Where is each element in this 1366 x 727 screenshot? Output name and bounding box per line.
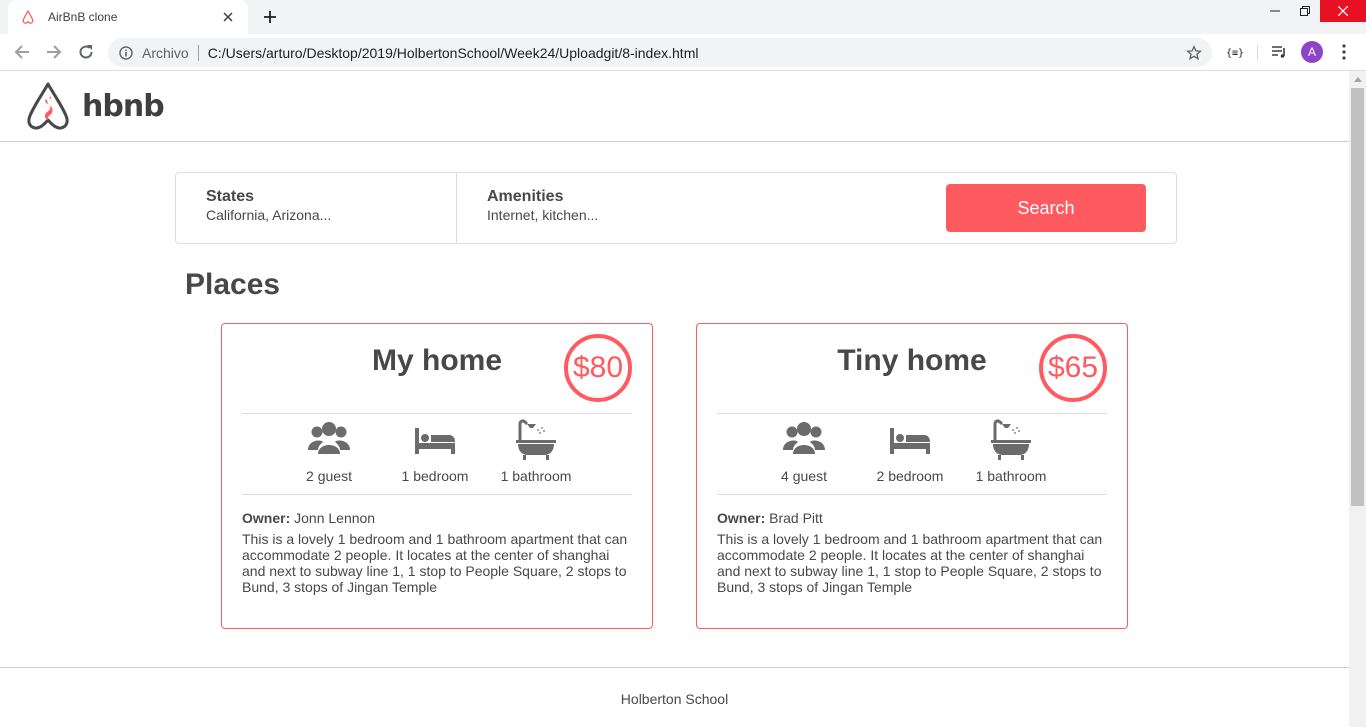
bathrooms-label: 1 bathroom [500,468,572,484]
amenities-filter-value: Internet, kitchen... [487,207,599,223]
places-heading: Places [185,268,281,301]
amenities-filter-title: Amenities [487,188,564,205]
group-icon [783,422,825,454]
window-close-icon[interactable] [1320,0,1366,22]
guests-info: 2 guest [279,418,379,484]
star-icon[interactable] [1184,43,1204,63]
browser-tabstrip: AirBnB clone [0,0,1366,34]
owner-label: Owner: [242,510,291,526]
close-icon[interactable] [220,9,236,25]
svg-text:{≡}: {≡} [1226,48,1244,58]
bed-icon [415,428,455,454]
extension-icon[interactable]: {≡} [1223,40,1247,64]
bathtub-icon [516,419,556,460]
place-info: 2 guest 1 bedroom 1 bathroom [242,413,632,495]
address-bar[interactable]: Archivo C:/Users/arturo/Desktop/2019/Hol… [108,38,1212,67]
place-description: This is a lovely 1 bedroom and 1 bathroo… [242,531,628,595]
toolbar-divider [1257,45,1258,61]
bathtub-icon [991,419,1031,460]
logo-text: hbnb [82,88,165,124]
place-info: 4 guest 2 bedroom 1 bathroom [717,413,1107,495]
scroll-thumb[interactable] [1351,88,1364,506]
place-card: My home $80 2 guest 1 bedroom 1 bathroom… [221,323,653,629]
owner-name: Jonn Lennon [294,510,376,526]
states-filter-title: States [206,188,255,205]
search-button[interactable]: Search [946,184,1146,232]
minimize-icon[interactable] [1260,0,1290,22]
guests-label: 2 guest [306,468,352,484]
restore-icon[interactable] [1290,0,1320,22]
bedrooms-label: 2 bedroom [876,468,944,484]
bathrooms-label: 1 bathroom [975,468,1047,484]
amenities-filter[interactable]: Amenities Internet, kitchen... [457,173,857,243]
bathrooms-info: 1 bathroom [961,418,1061,484]
filters-bar: States California, Arizona... Amenities … [175,172,1177,244]
kebab-menu-icon[interactable] [1332,40,1356,64]
footer-text: Holberton School [620,691,729,707]
page-scrollbar[interactable] [1349,71,1366,727]
airbnb-favicon [20,9,36,25]
site-footer: Holberton School [0,667,1349,727]
owner-line: Owner: Jonn Lennon [242,510,375,526]
bedrooms-info: 2 bedroom [860,418,960,484]
group-icon [308,422,350,454]
page-viewport: hbnb States California, Arizona... Ameni… [0,71,1349,727]
url-text[interactable]: C:/Users/arturo/Desktop/2019/HolbertonSc… [208,45,1184,61]
browser-tab[interactable]: AirBnB clone [8,0,248,34]
bedrooms-label: 1 bedroom [401,468,469,484]
price-badge: $65 [1039,334,1107,402]
bed-icon [890,428,930,454]
guests-info: 4 guest [754,418,854,484]
tab-title: AirBnB clone [48,10,118,24]
back-arrow-icon[interactable] [10,40,34,64]
place-card: Tiny home $65 4 guest 2 bedroom 1 bathro… [696,323,1128,629]
place-description: This is a lovely 1 bedroom and 1 bathroo… [717,531,1103,595]
info-icon[interactable] [118,45,134,61]
reload-icon[interactable] [74,40,98,64]
scroll-up-arrow-icon[interactable] [1349,71,1366,88]
bedrooms-info: 1 bedroom [385,418,485,484]
price-badge: $80 [564,334,632,402]
site-logo[interactable]: hbnb [24,81,165,131]
owner-label: Owner: [717,510,766,526]
guests-label: 4 guest [781,468,827,484]
owner-name: Brad Pitt [769,510,823,526]
site-header: hbnb [0,71,1349,142]
browser-toolbar: Archivo C:/Users/arturo/Desktop/2019/Hol… [0,34,1366,71]
bathrooms-info: 1 bathroom [486,418,586,484]
owner-line: Owner: Brad Pitt [717,510,823,526]
states-filter[interactable]: States California, Arizona... [176,173,457,243]
url-divider [197,44,199,61]
profile-avatar[interactable]: A [1301,41,1323,63]
states-filter-value: California, Arizona... [206,207,332,223]
airbnb-logo-icon [27,82,69,130]
url-scheme-chip: Archivo [142,44,189,61]
forward-arrow-icon[interactable] [42,40,66,64]
plus-icon[interactable] [258,6,282,28]
window-controls [1260,0,1366,22]
media-queue-icon[interactable] [1267,40,1291,64]
